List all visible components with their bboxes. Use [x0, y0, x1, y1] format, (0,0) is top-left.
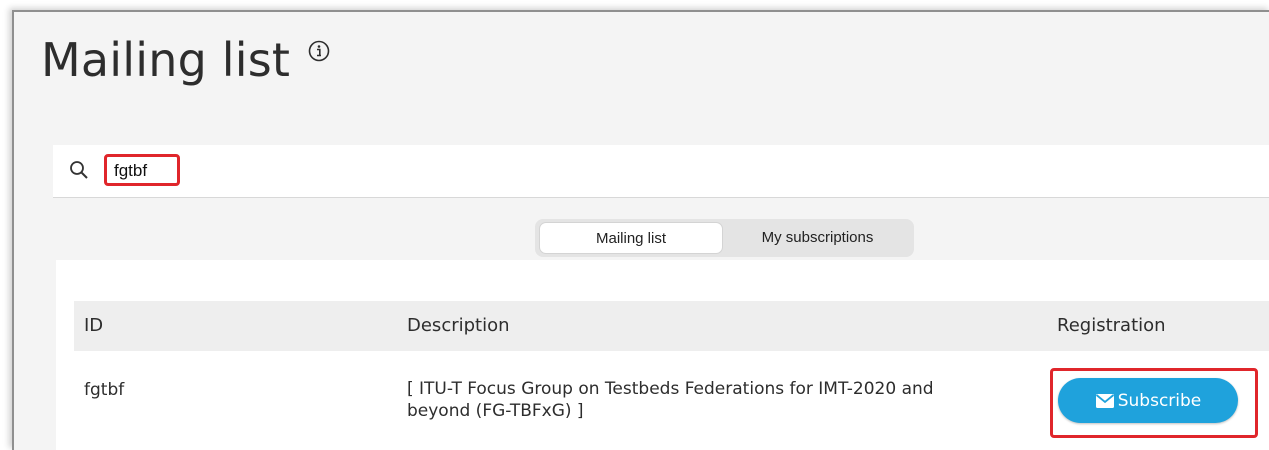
column-header-registration: Registration	[1057, 315, 1166, 336]
tab-bar: Mailing list My subscriptions	[535, 219, 914, 257]
row-description-line-2: beyond (FG-TBFxG) ]	[407, 401, 584, 421]
row-description: [ ITU-T Focus Group on Testbeds Federati…	[407, 378, 1027, 422]
search-bar	[53, 145, 1269, 198]
tab-mailing-list[interactable]: Mailing list	[539, 222, 723, 254]
info-circle-icon[interactable]	[308, 40, 330, 62]
subscribe-button[interactable]: Subscribe	[1058, 378, 1238, 423]
table-header: ID Description Registration	[74, 301, 1269, 351]
column-header-description: Description	[407, 315, 510, 336]
row-id: fgtbf	[84, 380, 125, 400]
search-input[interactable]	[106, 158, 414, 184]
search-icon[interactable]	[69, 160, 89, 180]
row-description-line-1: [ ITU-T Focus Group on Testbeds Federati…	[407, 379, 934, 399]
envelope-icon	[1095, 393, 1114, 408]
screenshot-frame: Mailing list Mailing list My subscriptio…	[0, 0, 1269, 450]
tab-my-subscriptions[interactable]: My subscriptions	[725, 222, 910, 254]
subscribe-label: Subscribe	[1117, 390, 1202, 411]
column-header-id: ID	[84, 315, 104, 336]
page-title: Mailing list	[41, 33, 291, 87]
